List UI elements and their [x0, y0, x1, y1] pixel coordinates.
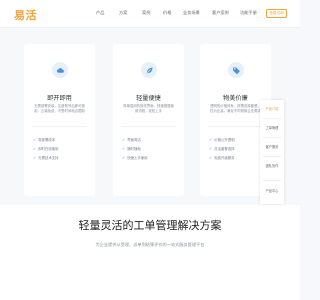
- divider: [121, 126, 176, 127]
- nav-item-scenarios[interactable]: 业务场景: [183, 10, 200, 16]
- check-icon: ✓: [209, 155, 213, 160]
- section-description: 为企业提供从受理、派单到结果评价的一站式服务管理平台: [95, 242, 205, 247]
- check-icon: ✓: [122, 146, 126, 151]
- feature-item: ✓ 随时随地: [122, 146, 141, 151]
- check-icon: ✓: [33, 146, 37, 151]
- feature-item: ✓ 价格公开透明: [209, 137, 235, 142]
- divider: [263, 118, 281, 119]
- side-item-product-center[interactable]: 产品中心: [260, 188, 284, 193]
- check-icon: ✓: [122, 155, 126, 160]
- card-title: 即开即用: [47, 95, 72, 102]
- section-title: 轻量灵活的工单管理解决方案: [78, 219, 222, 232]
- feature-item: ✓ 界面简洁: [122, 137, 141, 142]
- logo[interactable]: 易活: [14, 7, 37, 23]
- card-title: 轻量便捷: [136, 95, 161, 102]
- floating-side-panel: 产品介绍 工单管理 客户服务 团队协作 产品中心: [260, 100, 284, 204]
- feature-item: ✓ 免费升级服务: [209, 155, 235, 160]
- divider: [263, 137, 281, 138]
- feature-item: ✓ 零部署成本: [33, 137, 56, 142]
- feature-card-lightweight: 轻量便捷 简单易用的操作界面，快速搭建使用流程，轻松上手 ✓ 界面简洁 ✓ 随时随地…: [113, 44, 184, 196]
- page: 易活 产品 方案 案例 价格 业务场景 客户案例 功能手册 免费试用 即开即用 …: [0, 0, 300, 300]
- divider: [32, 126, 87, 127]
- nav-item-customer-cases[interactable]: 客户案例: [212, 10, 229, 16]
- check-icon: ✓: [33, 155, 37, 160]
- card-description: 透明的价格体系，按需选择套餐，性价比高，满足不同规模企业需求: [210, 104, 261, 114]
- header: 易活 产品 方案 案例 价格 业务场景 客户案例 功能手册 免费试用: [0, 0, 300, 28]
- check-icon: ✓: [33, 137, 37, 142]
- feature-item: ✓ 无需技术支持: [33, 155, 59, 160]
- check-icon: ✓: [122, 137, 126, 142]
- check-icon: ✓: [209, 146, 213, 151]
- feature-item: ✓ 即时在线使用: [33, 146, 59, 151]
- feature-card-instant: 即开即用 无需部署安装，注册账号后即可使用，云端免费，不受时间地点限制 ✓ 零部署…: [24, 44, 95, 196]
- feature-item: ✓ 灵活套餐选择: [209, 146, 235, 151]
- nav-item-manual[interactable]: 功能手册: [240, 10, 257, 16]
- check-icon: ✓: [209, 137, 213, 142]
- side-item-team-collaboration[interactable]: 团队协作: [260, 163, 284, 168]
- free-trial-button[interactable]: 免费试用: [266, 9, 287, 18]
- divider: [263, 180, 281, 181]
- nav-item-price[interactable]: 价格: [163, 10, 171, 16]
- solution-section: 轻量灵活的工单管理解决方案 为企业提供从受理、派单到结果评价的一站式服务管理平台: [0, 205, 300, 300]
- leaf-icon: [141, 62, 157, 78]
- divider: [208, 126, 263, 127]
- card-description: 简单易用的操作界面，快速搭建使用流程，轻松上手: [123, 104, 174, 114]
- side-item-customer-service[interactable]: 客户服务: [260, 144, 284, 149]
- tag-icon: [228, 62, 244, 78]
- card-description: 无需部署安装，注册账号后即可使用，云端免费，不受时间地点限制: [34, 104, 85, 114]
- cloud-icon: [52, 62, 68, 78]
- side-item-product-intro[interactable]: 产品介绍: [260, 106, 284, 111]
- divider: [263, 156, 281, 157]
- feature-item: ✓ 快速上手使用: [122, 155, 148, 160]
- nav-item-solution[interactable]: 方案: [119, 10, 127, 16]
- nav-item-cases[interactable]: 案例: [142, 10, 150, 16]
- side-item-ticket-management[interactable]: 工单管理: [260, 125, 284, 130]
- nav-item-product[interactable]: 产品: [96, 10, 104, 16]
